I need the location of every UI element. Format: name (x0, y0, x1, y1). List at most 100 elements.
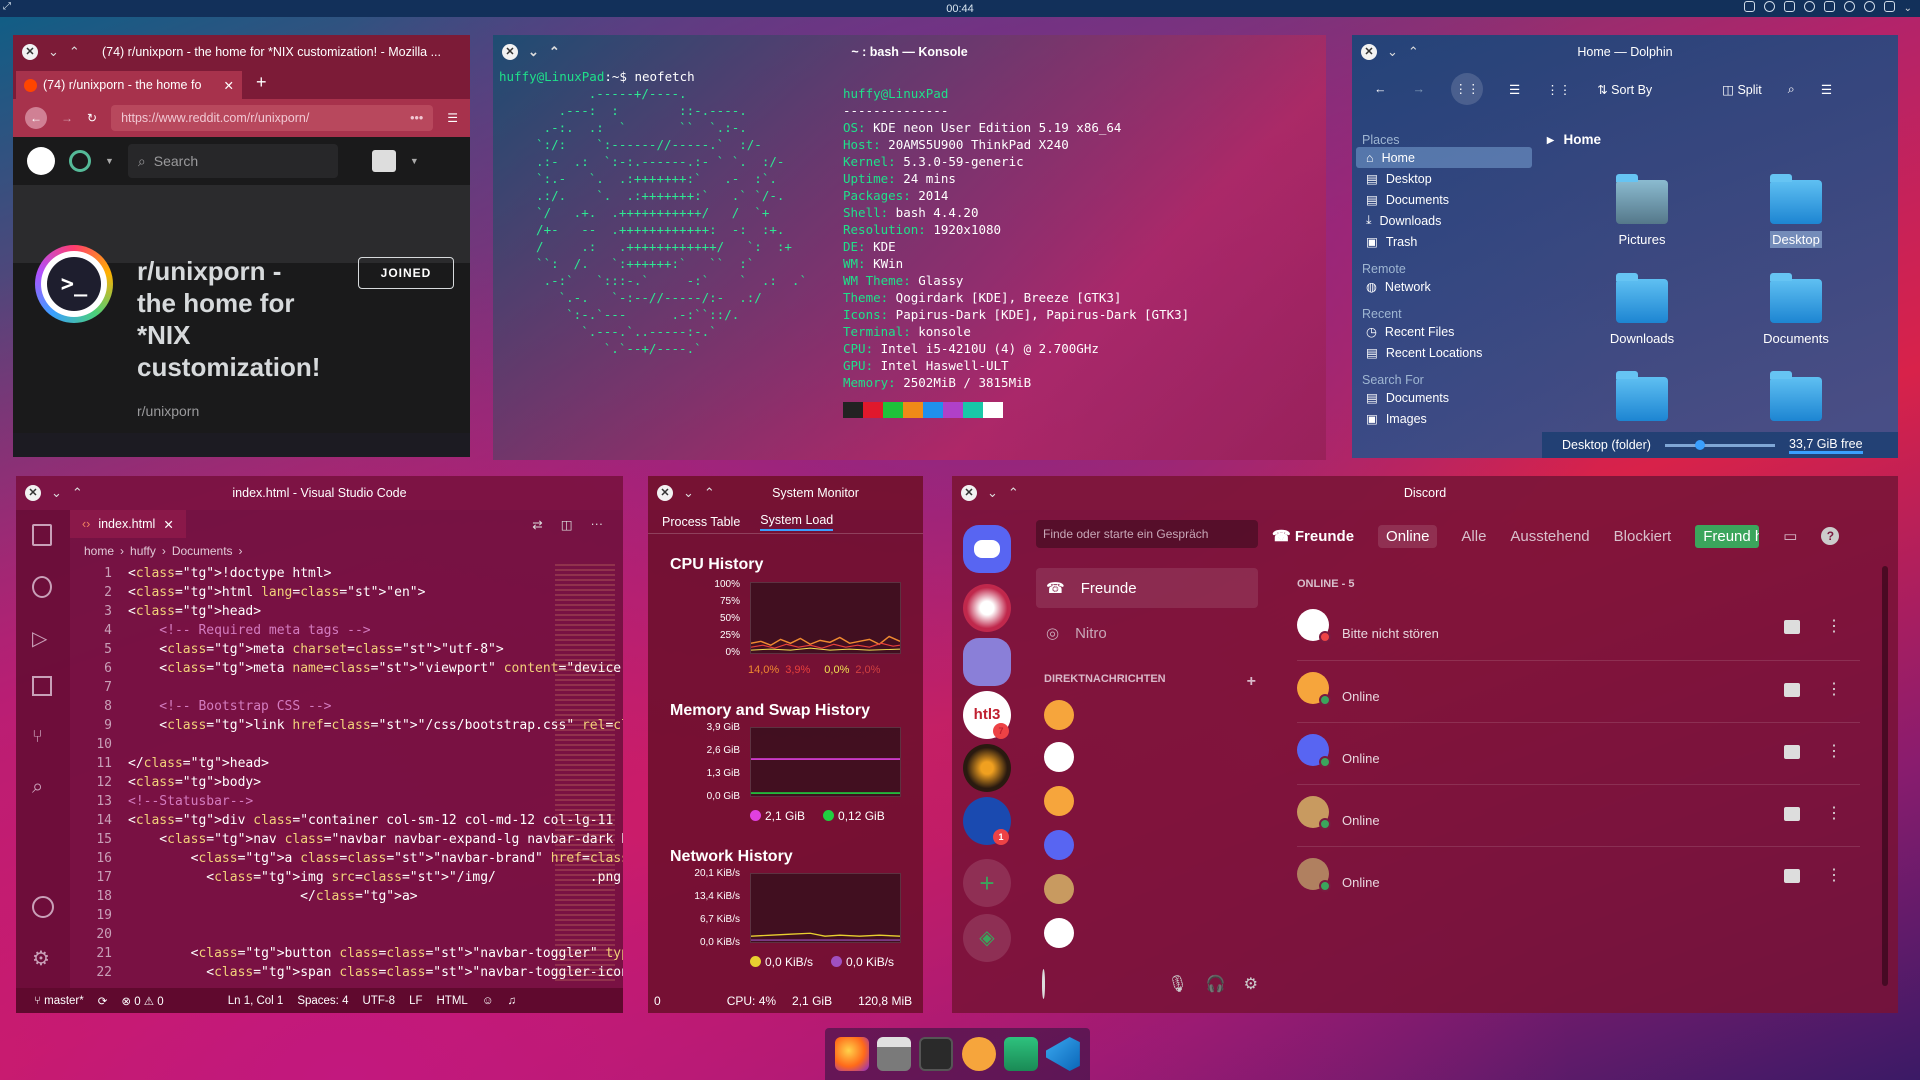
minimize-button[interactable]: ⌄ (683, 485, 694, 501)
split-editor-icon[interactable]: ◫ (561, 517, 573, 532)
run-debug-icon[interactable]: ▷ (32, 626, 47, 651)
clipboard-tray-icon[interactable] (1783, 1, 1795, 12)
new-tab-button[interactable]: + (256, 72, 267, 93)
joined-button[interactable]: JOINED (358, 257, 454, 289)
friend-row[interactable]: Bitte nicht stören ⋮ (1297, 598, 1860, 660)
battery-tray-icon[interactable] (1823, 1, 1835, 12)
mic-icon[interactable]: 🎙 (1167, 974, 1187, 994)
nav-nitro[interactable]: ◎ Nitro (1036, 613, 1258, 653)
compare-icon[interactable]: ⇄ (532, 517, 542, 532)
server-icon[interactable] (963, 638, 1011, 686)
menu-icon[interactable]: ☰ (1821, 82, 1832, 97)
maximize-button[interactable]: ⌃ (1408, 44, 1419, 60)
avatar[interactable] (371, 150, 396, 172)
feedback-icon[interactable]: ☺ (482, 995, 494, 1007)
settings-gear-icon[interactable]: ⚙ (32, 946, 50, 971)
more-options-icon[interactable]: ⋮ (1826, 803, 1842, 823)
server-htl3[interactable]: htl3 7 (963, 691, 1011, 739)
community-icon[interactable] (69, 150, 91, 172)
place-recent-locations[interactable]: ▤ Recent Locations (1356, 342, 1542, 363)
prompt-line[interactable]: huffy@LinuxPad:~$ neofetch (499, 68, 695, 85)
home-server-button[interactable] (963, 525, 1011, 573)
browser-tab[interactable]: (74) r/unixporn - the home fo ✕ (16, 71, 242, 99)
sync-icon[interactable]: ⟳ (98, 994, 108, 1008)
close-button[interactable]: ✕ (25, 485, 41, 501)
dm-avatar[interactable] (1044, 786, 1074, 816)
more-options-icon[interactable]: ⋮ (1826, 865, 1842, 885)
problems-status[interactable]: ⊗ 0 ⚠ 0 (121, 994, 163, 1008)
more-options-icon[interactable]: ⋮ (1826, 616, 1842, 636)
place-documents[interactable]: ▤ Documents (1356, 189, 1542, 210)
folder-icon[interactable] (1003, 1037, 1038, 1071)
close-button[interactable]: ✕ (657, 485, 673, 501)
explore-servers-button[interactable]: ◈ (963, 914, 1011, 962)
folder-desktop[interactable]: Desktop (1736, 174, 1856, 248)
maximize-button[interactable]: ⌃ (1008, 485, 1019, 501)
place-network[interactable]: ◍ Network (1356, 276, 1542, 297)
explorer-icon[interactable] (32, 524, 52, 546)
icons-view-icon[interactable]: ⋮⋮ (1451, 73, 1483, 105)
sort-button[interactable]: ⇅ Sort By (1597, 82, 1652, 97)
tab-pending[interactable]: Ausstehend (1510, 528, 1589, 545)
message-icon[interactable] (1784, 745, 1800, 759)
compact-view-icon[interactable]: ⋮⋮ (1546, 82, 1571, 97)
extensions-icon[interactable] (32, 676, 52, 696)
user-avatar[interactable] (1042, 969, 1046, 999)
minimize-button[interactable]: ⌄ (51, 485, 62, 501)
tab-all[interactable]: Alle (1461, 528, 1486, 545)
wifi-tray-icon[interactable] (1863, 1, 1875, 12)
files-icon[interactable] (877, 1037, 912, 1071)
friend-row[interactable]: Online ⋮ (1297, 846, 1860, 908)
dm-avatar[interactable] (1044, 874, 1074, 904)
search-icon[interactable]: ⌕ (32, 776, 43, 799)
folder-downloads[interactable]: Downloads (1582, 273, 1702, 346)
maximize-button[interactable]: ⌃ (72, 485, 83, 501)
friend-row[interactable]: Online ⋮ (1297, 784, 1860, 846)
cursor-position[interactable]: Ln 1, Col 1 (228, 995, 284, 1007)
breadcrumb-item[interactable]: home (84, 544, 114, 558)
url-bar[interactable]: https://www.reddit.com/r/unixporn/ ••• (111, 105, 434, 131)
account-icon[interactable] (32, 896, 54, 918)
folder-documents[interactable]: Documents (1736, 273, 1856, 346)
firefox-icon[interactable] (835, 1037, 870, 1071)
notifications-tray-icon[interactable] (1883, 1, 1895, 12)
more-options-icon[interactable]: ⋮ (1826, 679, 1842, 699)
breadcrumb-item[interactable]: Documents (172, 544, 233, 558)
maximize-button[interactable]: ⌃ (549, 44, 560, 60)
source-control-icon[interactable] (32, 576, 52, 598)
message-icon[interactable] (1784, 683, 1800, 697)
close-button[interactable]: ✕ (502, 44, 518, 60)
dm-avatar[interactable] (1044, 830, 1074, 860)
place-trash[interactable]: ▣ Trash (1356, 231, 1542, 252)
dropdown-icon[interactable]: ▼ (105, 156, 114, 166)
forward-icon[interactable]: → (61, 111, 73, 125)
tab-system-load[interactable]: System Load (760, 513, 834, 531)
search-icon[interactable]: ⌕ (1788, 82, 1795, 97)
server-icon[interactable] (963, 744, 1011, 792)
tab-blocked[interactable]: Blockiert (1614, 528, 1672, 545)
place-home[interactable]: ⌂ Home (1356, 147, 1532, 168)
breadcrumb[interactable]: ▸ Home (1547, 132, 1601, 148)
user-settings-gear-icon[interactable]: ⚙ (1244, 974, 1258, 994)
back-icon[interactable]: ← (1374, 82, 1387, 96)
dm-avatar[interactable] (1044, 742, 1074, 772)
bluetooth-tray-icon[interactable] (1843, 1, 1855, 12)
minimap[interactable] (555, 564, 615, 984)
message-icon[interactable] (1784, 807, 1800, 821)
encoding[interactable]: UTF-8 (362, 995, 395, 1007)
minimize-button[interactable]: ⌄ (987, 485, 998, 501)
search-input[interactable]: Finde oder starte ein Gespräch (1036, 520, 1258, 548)
close-button[interactable]: ✕ (22, 44, 38, 60)
hamburger-menu-icon[interactable]: ☰ (447, 111, 458, 125)
vscode-icon[interactable] (1045, 1037, 1080, 1071)
tab-online[interactable]: Online (1378, 524, 1438, 548)
breadcrumb-item[interactable]: huffy (130, 544, 156, 558)
app-launcher-icon[interactable]: ⤢ (3, 1, 11, 12)
message-icon[interactable] (1784, 620, 1800, 634)
back-icon[interactable]: ← (25, 107, 47, 129)
scrollbar[interactable] (1882, 566, 1888, 986)
place-desktop[interactable]: ▤ Desktop (1356, 168, 1542, 189)
more-actions-icon[interactable]: ··· (591, 517, 604, 532)
close-button[interactable]: ✕ (1361, 44, 1377, 60)
details-view-icon[interactable]: ☰ (1509, 82, 1520, 97)
